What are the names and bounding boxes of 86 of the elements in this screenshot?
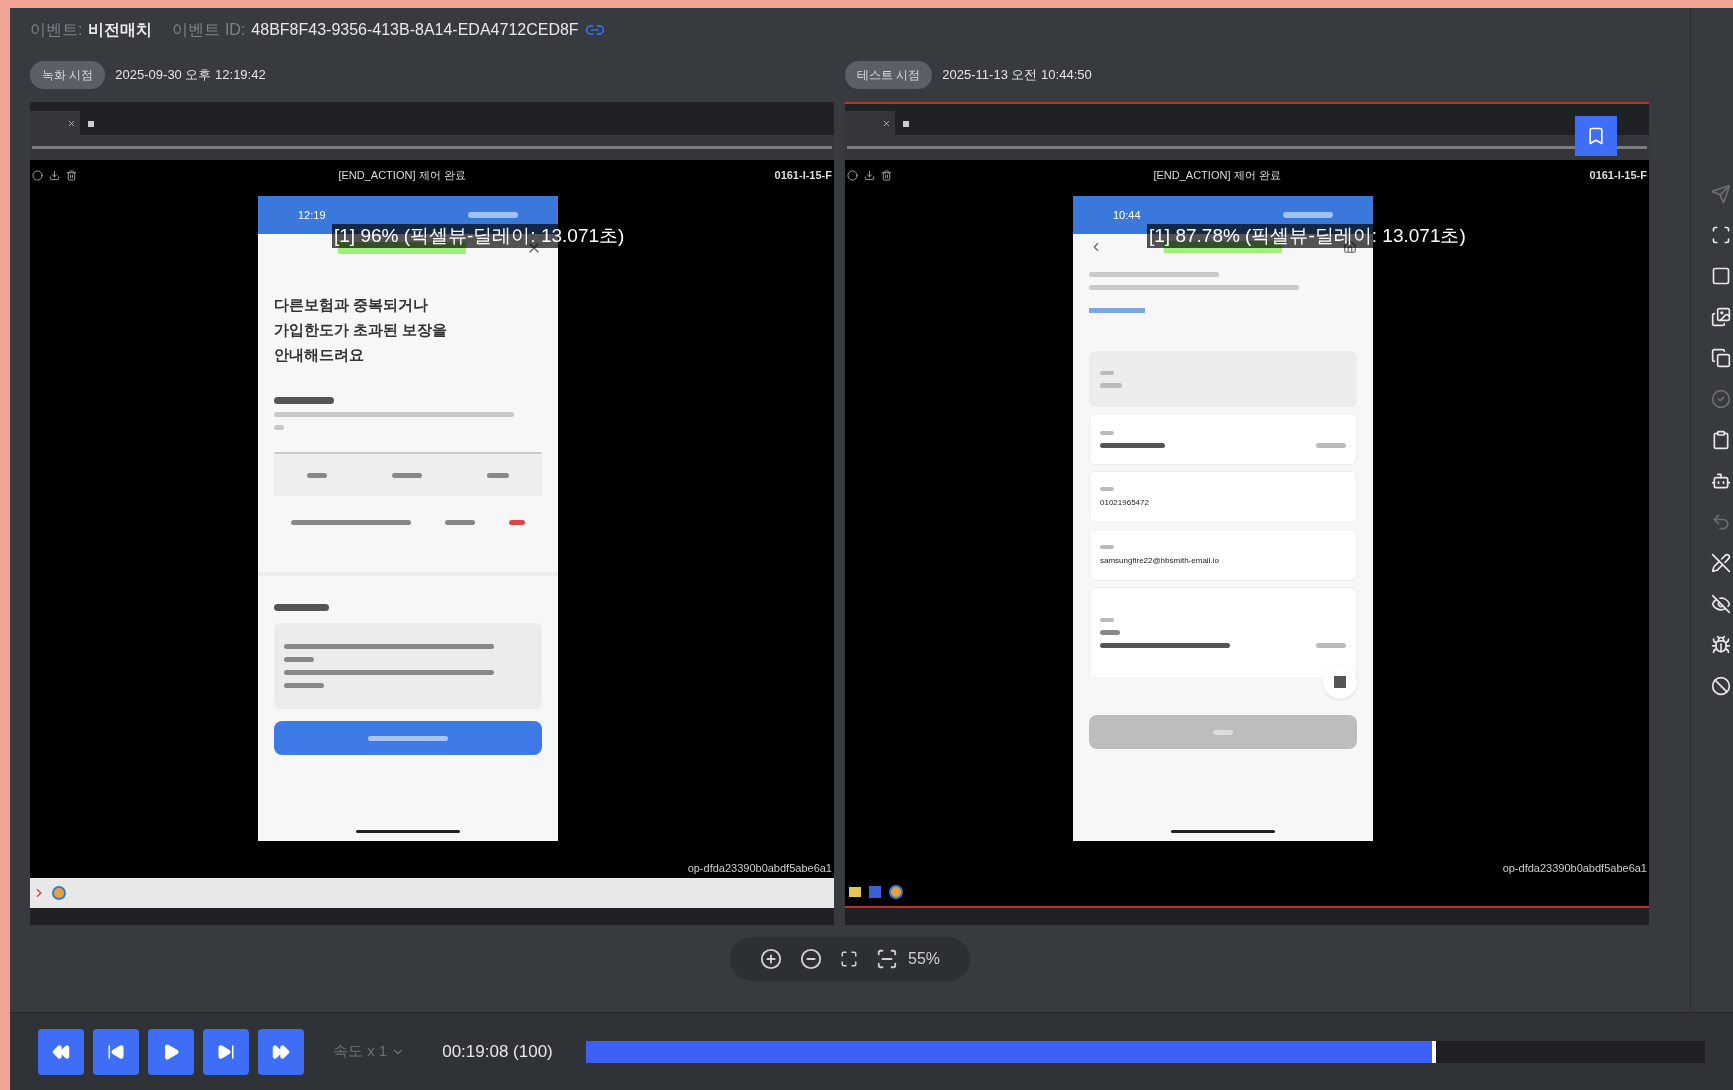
form-field[interactable] — [1089, 413, 1357, 465]
timestamp: 2025-11-13 오전 10:44:50 — [942, 66, 1092, 85]
play-button[interactable] — [148, 1028, 194, 1075]
form-field[interactable]: 01021965472 — [1089, 471, 1357, 523]
browser-icon[interactable] — [889, 885, 903, 899]
form-field[interactable] — [1089, 587, 1357, 679]
ban-icon[interactable] — [1711, 676, 1731, 696]
blurred-text — [274, 425, 284, 430]
zoom-value: 55% — [908, 949, 940, 969]
field-value: samsungfire22@hbsmith-email.io — [1100, 557, 1220, 565]
fast-forward-button[interactable] — [258, 1028, 304, 1075]
clipboard-icon[interactable] — [1711, 430, 1731, 450]
badge: 테스트 시점 — [845, 61, 933, 89]
blurred-text — [1213, 729, 1233, 735]
status-text: [END_ACTION] 제어 완료 — [337, 167, 467, 183]
field-value: 01021965472 — [1100, 499, 1150, 507]
blurred-text — [1100, 382, 1122, 388]
blurred-text — [1316, 442, 1346, 448]
status-text: [END_ACTION] 제어 완료 — [1152, 167, 1282, 183]
bookmark-icon — [1586, 126, 1606, 146]
square-icon[interactable] — [1711, 266, 1731, 286]
event-label: 이벤트: — [30, 20, 83, 40]
rewind-icon — [52, 1042, 70, 1061]
fit-screen-icon[interactable] — [876, 948, 898, 970]
zoom-in-icon[interactable] — [760, 948, 782, 970]
form-field[interactable]: samsungfire22@hbsmith-email.io — [1089, 529, 1357, 581]
download-icon[interactable] — [864, 169, 875, 181]
copy-icon[interactable] — [1711, 348, 1731, 368]
blurred-text — [1100, 487, 1114, 491]
robot-icon[interactable] — [1711, 471, 1731, 491]
blurred-text — [306, 472, 327, 478]
blurred-text — [1100, 442, 1165, 448]
timestamp: 2025-09-30 오후 12:19:42 — [115, 66, 266, 85]
eye-off-icon[interactable] — [1711, 594, 1731, 614]
rewind-button[interactable] — [38, 1028, 84, 1075]
blurred-text — [274, 397, 334, 404]
blurred-text — [1100, 430, 1114, 435]
blurred-text — [1100, 545, 1114, 549]
pen-off-icon[interactable] — [1711, 553, 1731, 573]
event-name: 비전매치 — [88, 20, 153, 40]
phone-time: 10:44 — [1113, 207, 1141, 223]
match-overlay: [1] 96% (픽셀뷰-딜레이: 13.071초) — [332, 224, 627, 248]
bookmark-button[interactable] — [1575, 116, 1617, 156]
skip-forward-icon — [217, 1042, 235, 1061]
circle-icon[interactable] — [847, 169, 858, 181]
bug-icon[interactable] — [1711, 635, 1731, 655]
blurred-text — [392, 472, 422, 478]
download-icon[interactable] — [49, 169, 60, 181]
footer-id: op-dfda23390b0abdf5abe6a1 — [687, 860, 832, 876]
address-bar[interactable] — [845, 135, 1649, 160]
playback-time: 00:19:08 (100) — [442, 1040, 553, 1063]
phone-time: 12:19 — [298, 207, 326, 223]
device-id: 0161-I-15-F — [1589, 167, 1647, 183]
blurred-text — [274, 604, 329, 611]
skip-back-icon — [107, 1042, 125, 1061]
progress-track[interactable] — [585, 1040, 1705, 1063]
footer-id: op-dfda23390b0abdf5abe6a1 — [1502, 860, 1647, 876]
blurred-text — [487, 472, 510, 478]
blurred-text — [445, 519, 475, 525]
previous-button[interactable] — [93, 1028, 139, 1075]
device-id: 0161-I-15-F — [774, 167, 832, 183]
fullscreen-icon[interactable] — [840, 950, 858, 968]
blurred-text — [1100, 630, 1120, 635]
badge: 녹화 시점 — [30, 61, 106, 89]
blurred-text — [284, 657, 314, 662]
fast-forward-icon — [272, 1042, 290, 1061]
scan-icon[interactable] — [1711, 225, 1731, 245]
next-button[interactable] — [203, 1028, 249, 1075]
zoom-out-icon[interactable] — [800, 948, 822, 970]
form-field[interactable] — [1089, 351, 1357, 407]
floating-button[interactable] — [1323, 665, 1357, 699]
blurred-text — [284, 683, 324, 688]
blurred-text — [1316, 643, 1346, 648]
images-icon[interactable] — [1711, 307, 1731, 327]
blurred-text — [1100, 618, 1114, 622]
phone-heading: 다른보험과 중복되거나 가입한도가 초과된 보장을 안내해드려요 — [274, 295, 449, 365]
event-id: 48BF8F43-9356-413B-8A14-EDA4712CED8F — [251, 20, 579, 40]
event-id-label: 이벤트 ID: — [172, 20, 246, 40]
match-overlay: [1] 87.78% (픽셀뷰-딜레이: 13.071초) — [1147, 224, 1468, 248]
trash-icon[interactable] — [66, 169, 77, 181]
trash-icon[interactable] — [881, 169, 892, 181]
play-icon — [162, 1042, 180, 1061]
address-bar[interactable] — [30, 135, 834, 160]
circle-icon[interactable] — [32, 169, 43, 181]
blurred-text — [1100, 370, 1114, 375]
blurred-text — [509, 519, 525, 525]
